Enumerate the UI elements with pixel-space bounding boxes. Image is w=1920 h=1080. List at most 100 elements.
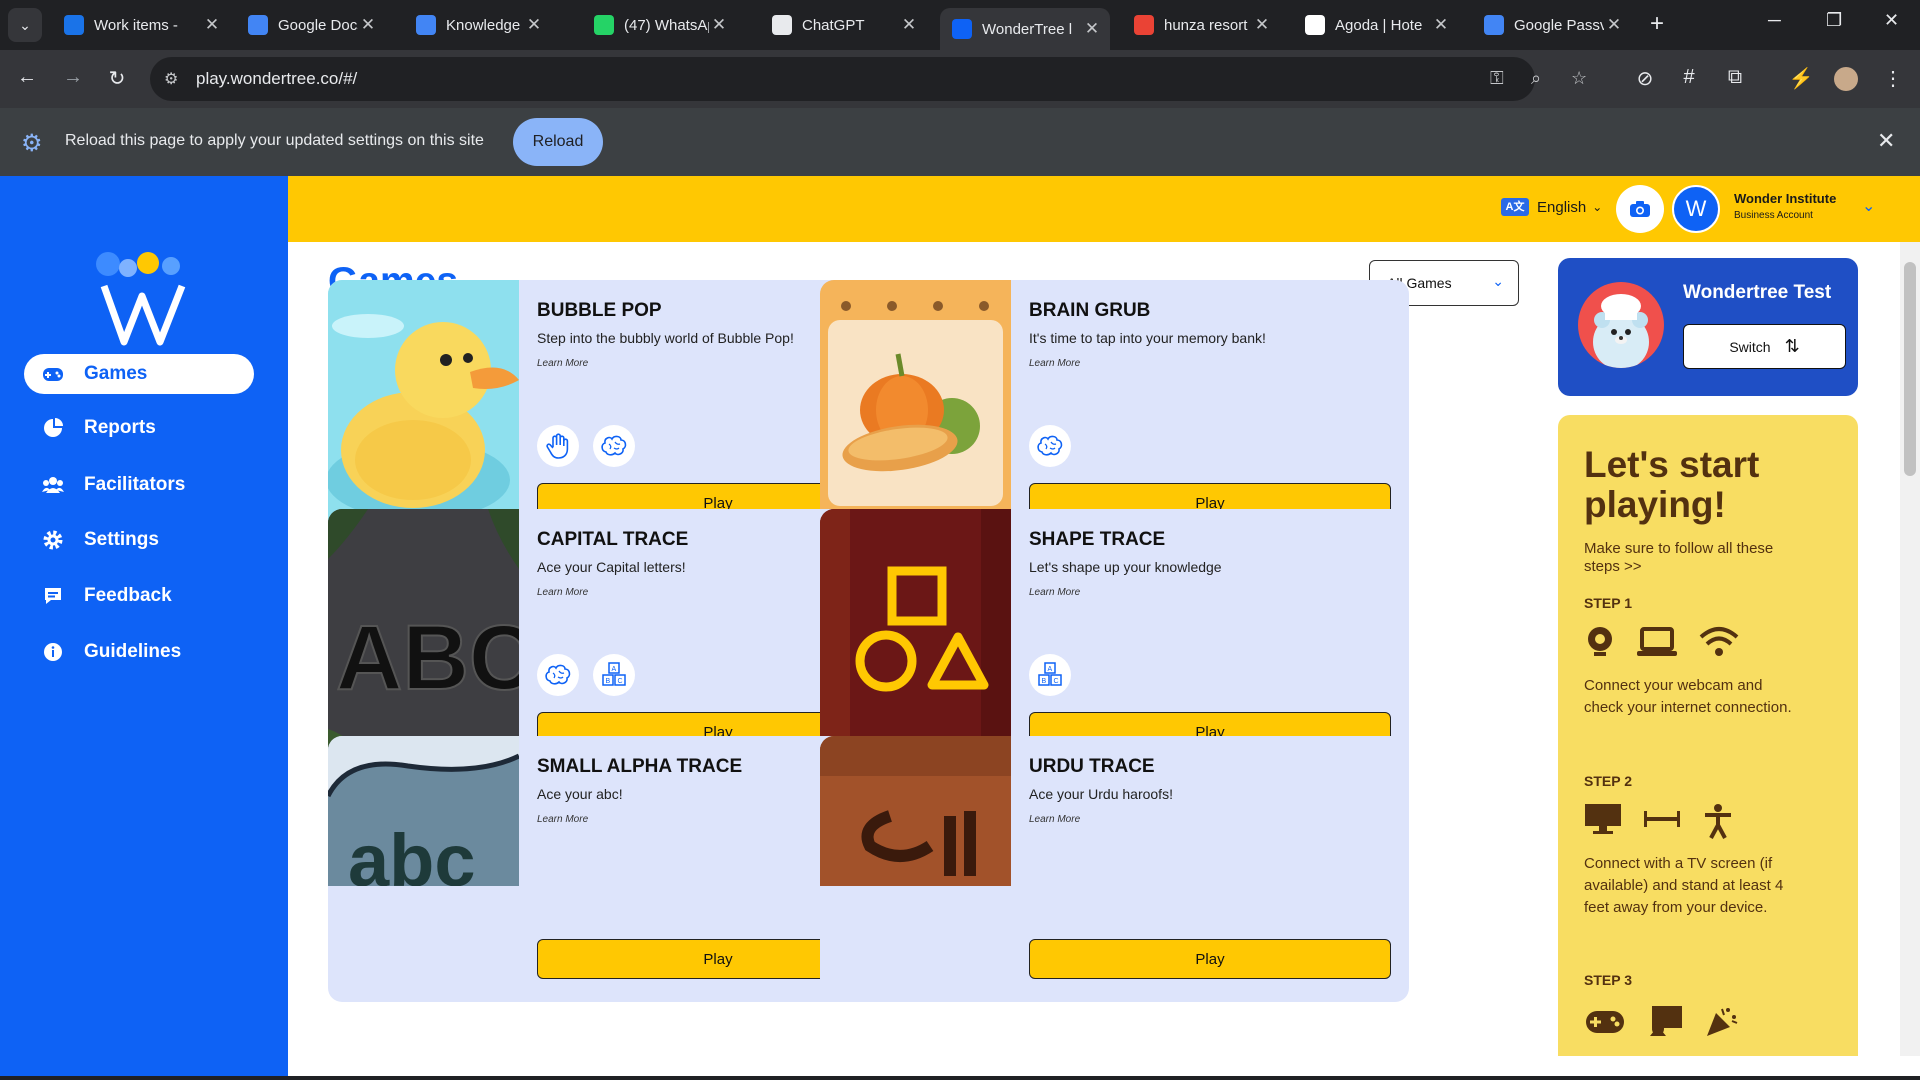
site-settings-icon[interactable]: ⚙ <box>164 69 178 89</box>
performance-icon[interactable]: ⚡ <box>1788 66 1814 91</box>
restore-button[interactable]: ❐ <box>1826 10 1842 31</box>
scrollbar-thumb[interactable] <box>1904 262 1916 476</box>
browser-tab[interactable]: Knowledge B✕ <box>404 8 552 42</box>
svg-text:B: B <box>1042 678 1047 685</box>
language-label: English <box>1537 198 1587 216</box>
close-window-button[interactable]: ✕ <box>1884 10 1899 31</box>
game-thumbnail[interactable] <box>328 280 519 548</box>
gamepad-icon <box>1586 1011 1624 1033</box>
chevron-down-icon: ⌄ <box>1592 200 1603 214</box>
bookmark-star-icon[interactable]: ☆ <box>1571 68 1587 89</box>
forward-icon[interactable]: → <box>60 66 86 89</box>
learn-more-link[interactable]: Learn More <box>537 814 588 825</box>
game-description: It's time to tap into your memory bank! <box>1029 330 1266 346</box>
close-icon[interactable]: ✕ <box>202 15 222 35</box>
chevron-down-icon[interactable]: ⌄ <box>1862 196 1875 216</box>
play-button[interactable]: Play <box>1029 939 1391 979</box>
close-icon[interactable]: ✕ <box>1082 19 1102 39</box>
learn-more-link[interactable]: Learn More <box>537 358 588 369</box>
svg-text:A: A <box>612 666 617 673</box>
browser-tab[interactable]: Work items - ✕ <box>52 8 230 42</box>
info-icon <box>40 639 66 665</box>
sidebar-item-reports[interactable]: Reports <box>24 408 254 448</box>
translate-icon: A文 <box>1501 198 1529 216</box>
close-icon[interactable]: ✕ <box>1252 15 1272 35</box>
wifi-icon <box>1699 627 1739 656</box>
sidebar-item-feedback[interactable]: Feedback <box>24 576 254 616</box>
browser-tab[interactable]: hunza resort ✕ <box>1122 8 1280 42</box>
browser-tab[interactable]: Google Passv ✕ <box>1472 8 1632 42</box>
skill-tags <box>537 425 635 467</box>
sidebar-item-games[interactable]: Games <box>24 354 254 394</box>
game-title: SMALL ALPHA TRACE <box>537 756 743 777</box>
back-icon[interactable]: ← <box>14 66 40 89</box>
minimize-button[interactable]: ─ <box>1768 10 1781 31</box>
swap-icon: ⇅ <box>1784 336 1800 356</box>
reload-icon[interactable]: ↻ <box>104 66 130 91</box>
sidebar-item-guidelines[interactable]: Guidelines <box>24 632 254 672</box>
browser-tab[interactable]: (47) WhatsAp ✕ <box>582 8 737 42</box>
language-selector[interactable]: A文 English ⌄ <box>1501 198 1602 216</box>
extension-grid-icon[interactable]: # <box>1676 66 1702 89</box>
step2-text: Connect with a TV screen (if available) … <box>1584 855 1784 916</box>
sidebar-item-settings[interactable]: Settings <box>24 520 254 560</box>
close-icon[interactable]: ✕ <box>899 15 919 35</box>
account-info[interactable]: Wonder Institute Business Account <box>1734 191 1836 221</box>
close-icon[interactable]: ✕ <box>1877 128 1895 154</box>
tab-title: Agoda | Hote <box>1335 16 1423 34</box>
game-thumbnail[interactable]: abc <box>328 736 521 1002</box>
google-icon <box>1134 15 1154 35</box>
step2-label: STEP 2 <box>1584 773 1632 789</box>
extension-compass-icon[interactable]: ⊘ <box>1632 66 1658 91</box>
close-icon[interactable]: ✕ <box>358 15 378 35</box>
profile-avatar[interactable] <box>1834 67 1858 91</box>
learn-more-link[interactable]: Learn More <box>537 587 588 598</box>
password-key-icon[interactable]: ⚿ <box>1490 68 1504 89</box>
learn-more-link[interactable]: Learn More <box>1029 814 1080 825</box>
learn-more-link[interactable]: Learn More <box>1029 587 1080 598</box>
close-icon[interactable]: ✕ <box>1604 15 1624 35</box>
learn-more-link[interactable]: Learn More <box>1029 358 1080 369</box>
skill-tags: ABC <box>1029 654 1071 696</box>
docs-icon <box>416 15 436 35</box>
account-avatar[interactable]: W <box>1672 185 1720 233</box>
sidebar-item-label: Games <box>84 363 148 384</box>
browser-tab-strip: ⌄ Work items -✕Google Docs✕ Knowledge B✕ (… <box>0 0 1920 50</box>
svg-text:B: B <box>606 678 611 685</box>
game-title: URDU TRACE <box>1029 756 1155 777</box>
game-card: URDU TRACE Ace your Urdu haroofs! Learn … <box>820 736 1409 1002</box>
browser-tab[interactable]: ChatGPT ✕ <box>760 8 927 42</box>
game-card: BRAIN GRUB It's time to tap into your me… <box>820 280 1409 548</box>
close-icon[interactable]: ✕ <box>1431 15 1451 35</box>
browser-tab[interactable]: WonderTree l ✕ <box>940 8 1110 50</box>
sidebar-item-facilitators[interactable]: Facilitators <box>24 465 254 505</box>
browser-tab[interactable]: Agoda | Hote ✕ <box>1293 8 1459 42</box>
switch-profile-button[interactable]: Switch ⇅ <box>1683 324 1846 369</box>
switch-label: Switch <box>1729 338 1771 355</box>
brain-icon <box>537 654 579 696</box>
steps-title: Let's start playing! <box>1584 444 1760 525</box>
pie-chart-icon <box>40 415 66 441</box>
extensions-puzzle-icon[interactable]: ⧉ <box>1722 66 1748 89</box>
browser-tab[interactable]: Google Docs ✕ <box>236 8 386 42</box>
chat-icon <box>40 583 66 609</box>
browser-menu-icon[interactable]: ⋮ <box>1880 66 1906 91</box>
game-thumbnail[interactable] <box>820 736 1011 1002</box>
new-tab-button[interactable]: + <box>1650 10 1664 38</box>
zoom-icon[interactable]: ⌕ <box>1531 68 1541 89</box>
steps-subtitle: Make sure to follow all these steps >> <box>1584 540 1774 575</box>
tab-title: hunza resort <box>1164 16 1248 34</box>
docs-icon <box>248 15 268 35</box>
address-bar[interactable]: ⚙ play.wondertree.co/#/ ⚿ ⌕ ☆ <box>150 57 1587 101</box>
game-thumbnail[interactable] <box>820 280 1011 548</box>
browser-toolbar: ← → ↻ ⚙ play.wondertree.co/#/ ⚿ ⌕ ☆ ⊘ # … <box>0 50 1920 108</box>
tab-search-button[interactable]: ⌄ <box>8 8 42 42</box>
close-icon[interactable]: ✕ <box>524 15 544 35</box>
tv-icon <box>1585 804 1621 834</box>
game-title: BRAIN GRUB <box>1029 300 1151 321</box>
svg-text:abc: abc <box>348 819 476 886</box>
step2-icons <box>1584 803 1734 839</box>
reload-button[interactable]: Reload <box>513 118 603 166</box>
close-icon[interactable]: ✕ <box>709 15 729 35</box>
camera-icon[interactable] <box>1616 185 1664 233</box>
